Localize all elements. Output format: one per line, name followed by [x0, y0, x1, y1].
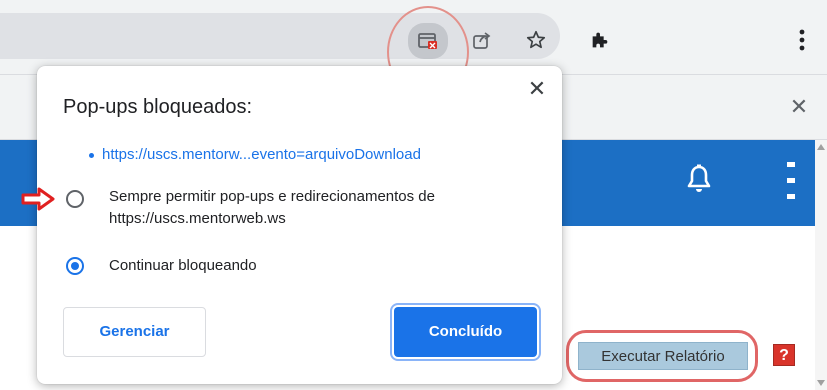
dialog-title: Pop-ups bloqueados:: [63, 96, 253, 118]
blocked-popup-link[interactable]: https://uscs.mentorw...evento=arquivoDow…: [102, 146, 421, 163]
bullet-icon: [89, 152, 94, 158]
blocked-popup-list-item: https://uscs.mentorw...evento=arquivoDow…: [89, 146, 421, 163]
radio-continue-blocking[interactable]: [66, 257, 84, 275]
menu-icon[interactable]: [790, 24, 814, 56]
browser-toolbar: [0, 0, 827, 98]
radio-always-allow[interactable]: [66, 190, 84, 208]
scroll-down-arrow-icon[interactable]: [817, 380, 825, 386]
popups-blocked-dialog: ✕ Pop-ups bloqueados: https://uscs.mento…: [37, 66, 562, 384]
manage-button[interactable]: Gerenciar: [63, 307, 206, 357]
popup-blocked-icon[interactable]: [408, 23, 448, 59]
help-icon[interactable]: ?: [773, 344, 795, 366]
radio-continue-blocking-label[interactable]: Continuar bloqueando: [109, 255, 257, 277]
close-icon[interactable]: ✕: [524, 76, 550, 102]
star-icon[interactable]: [522, 26, 550, 54]
vertical-menu-icon[interactable]: [784, 160, 798, 204]
scroll-up-arrow-icon[interactable]: [817, 144, 825, 150]
run-report-button[interactable]: Executar Relatório: [578, 342, 748, 370]
radio-always-allow-label[interactable]: Sempre permitir pop-ups e redirecionamen…: [109, 186, 529, 230]
bell-icon[interactable]: [686, 164, 712, 194]
puzzle-icon[interactable]: [586, 26, 614, 54]
infobar-close-icon[interactable]: ✕: [787, 95, 811, 119]
share-icon[interactable]: [468, 26, 496, 54]
done-button[interactable]: Concluído: [394, 307, 537, 357]
red-arrow-icon: [21, 187, 61, 211]
page-scrollbar[interactable]: [815, 140, 827, 390]
